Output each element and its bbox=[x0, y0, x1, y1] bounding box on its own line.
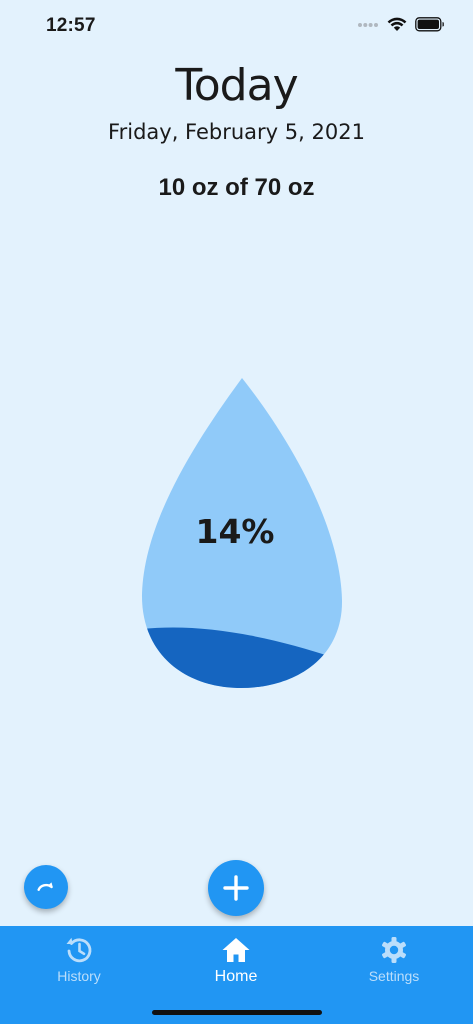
nav-label-settings: Settings bbox=[368, 968, 420, 984]
nav-label-history: History bbox=[57, 968, 101, 984]
date-label: Friday, February 5, 2021 bbox=[108, 120, 365, 144]
page-title: Today bbox=[175, 60, 298, 111]
redo-arrow-icon bbox=[37, 882, 53, 891]
signal-dots-icon bbox=[358, 22, 378, 27]
reset-button[interactable] bbox=[24, 865, 68, 909]
status-time: 12:57 bbox=[46, 15, 96, 36]
gear-icon bbox=[382, 937, 406, 963]
history-icon bbox=[66, 937, 92, 963]
nav-item-history[interactable]: History bbox=[19, 934, 139, 994]
status-bar: 12:57 bbox=[0, 0, 473, 54]
plus-icon bbox=[223, 875, 249, 901]
battery-icon bbox=[415, 17, 444, 32]
add-water-button[interactable] bbox=[208, 860, 264, 916]
home-indicator bbox=[152, 1010, 322, 1015]
nav-label-home: Home bbox=[214, 968, 258, 985]
home-icon bbox=[222, 938, 250, 962]
wifi-icon bbox=[387, 17, 407, 31]
nav-item-settings[interactable]: Settings bbox=[334, 934, 454, 994]
water-drop: 14% bbox=[135, 372, 347, 694]
nav-item-home[interactable]: Home bbox=[176, 934, 296, 994]
status-icons bbox=[357, 17, 445, 32]
intake-progress-text: 10 oz of 70 oz bbox=[158, 174, 315, 201]
intake-percent: 14% bbox=[195, 512, 275, 551]
